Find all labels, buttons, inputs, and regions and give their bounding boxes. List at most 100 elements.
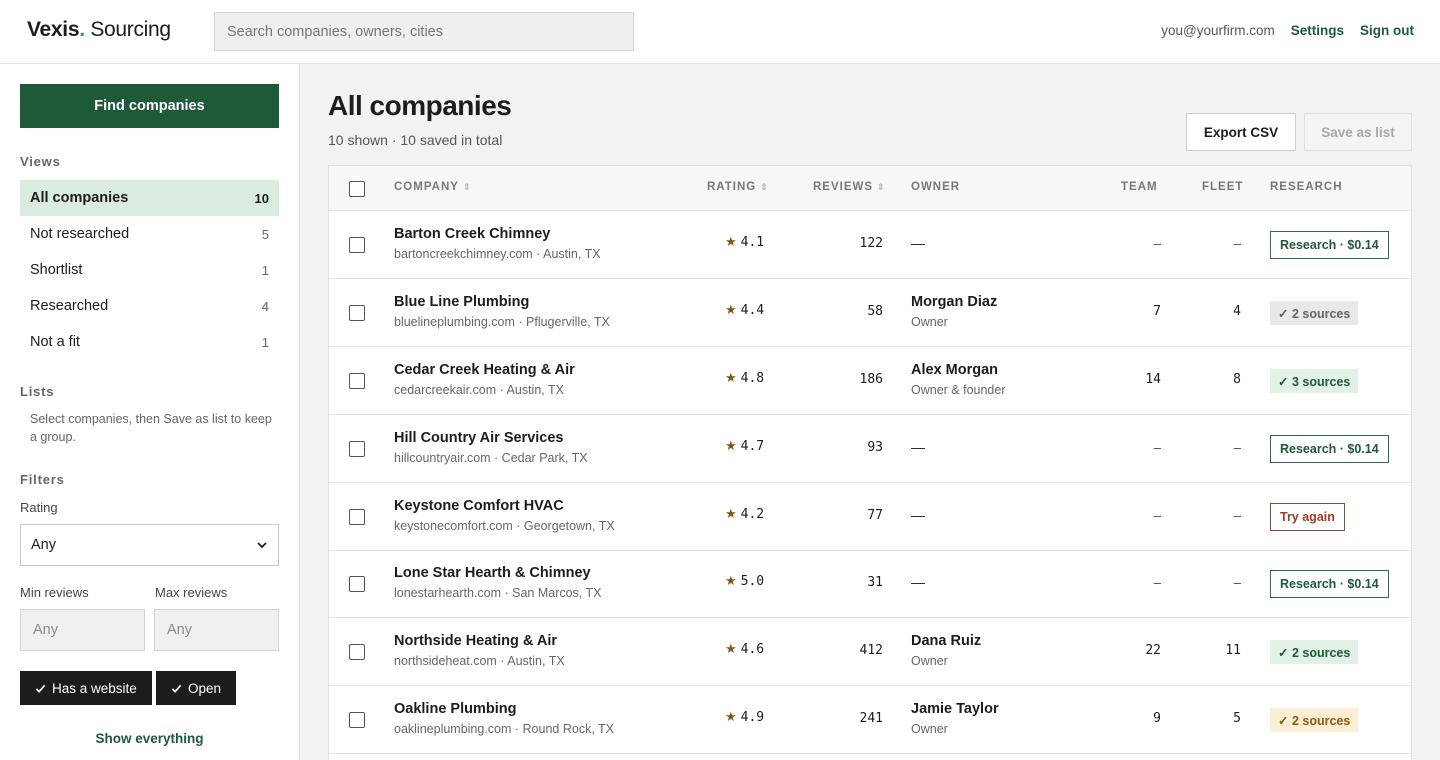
view-item-not-researched[interactable]: Not researched 5 (20, 216, 279, 252)
table-row[interactable]: Blue Line Plumbing bluelineplumbing.com … (329, 279, 1411, 347)
company-meta: keystonecomfort.com · Georgetown, TX (394, 519, 615, 533)
star-icon: ★ (725, 371, 737, 386)
view-item-researched[interactable]: Researched 4 (20, 288, 279, 324)
try-again-button[interactable]: Try again (1270, 503, 1345, 531)
column-header-reviews[interactable]: REVIEWS ⇕ (813, 181, 886, 193)
fleet-cell: 5 (1233, 711, 1241, 726)
column-header-owner: OWNER (911, 181, 961, 193)
row-checkbox[interactable] (349, 712, 365, 728)
find-companies-button[interactable]: Find companies (20, 84, 279, 128)
star-icon: ★ (725, 642, 737, 657)
row-checkbox[interactable] (349, 644, 365, 660)
rating-cell: ★ 4.8 (725, 371, 765, 386)
show-everything-link[interactable]: Show everything (20, 731, 279, 746)
max-reviews-label: Max reviews (155, 585, 228, 600)
rating-cell: ★ 4.4 (725, 303, 765, 318)
company-name[interactable]: Oakline Plumbing (394, 701, 516, 717)
rating-select-value: Any (31, 537, 56, 553)
owner-empty: — (911, 235, 925, 251)
row-checkbox[interactable] (349, 509, 365, 525)
view-label: Not a fit (30, 334, 80, 350)
table-row[interactable]: Oakline Plumbing oaklineplumbing.com · R… (329, 686, 1411, 754)
company-name[interactable]: Keystone Comfort HVAC (394, 498, 564, 514)
row-checkbox[interactable] (349, 237, 365, 253)
company-name[interactable]: Lone Star Hearth & Chimney (394, 565, 591, 581)
export-csv-button[interactable]: Export CSV (1186, 113, 1296, 151)
row-checkbox[interactable] (349, 441, 365, 457)
lists-note: Select companies, then Save as list to k… (30, 412, 272, 444)
rating-cell: ★ 4.9 (725, 710, 765, 725)
user-email: you@yourfirm.com (1161, 23, 1275, 38)
star-icon: ★ (725, 303, 737, 318)
view-label: All companies (30, 190, 129, 206)
filter-chip-open[interactable]: Open (156, 671, 237, 705)
select-all-checkbox[interactable] (349, 181, 365, 197)
search-input[interactable] (214, 12, 634, 51)
company-name[interactable]: Blue Line Plumbing (394, 294, 529, 310)
research-status-badge[interactable]: ✓ 3 sources (1270, 369, 1359, 393)
min-reviews-input[interactable] (20, 609, 145, 651)
company-name[interactable]: Barton Creek Chimney (394, 226, 550, 242)
view-count: 10 (254, 190, 269, 206)
view-label: Not researched (30, 226, 130, 242)
team-cell: – (1153, 508, 1161, 523)
account-nav: you@yourfirm.com Settings Sign out (1161, 23, 1414, 38)
top-bar: Vexis. Sourcing you@yourfirm.com Setting… (0, 0, 1440, 64)
sign-out-link[interactable]: Sign out (1360, 23, 1414, 38)
page-title: All companies (328, 90, 512, 121)
rating-select[interactable]: Any (20, 524, 279, 566)
table-row[interactable]: Keystone Comfort HVAC keystonecomfort.co… (329, 483, 1411, 551)
research-button[interactable]: Research · $0.14 (1270, 231, 1389, 259)
save-as-list-button[interactable]: Save as list (1304, 113, 1412, 151)
rating-cell: ★ 4.2 (725, 507, 765, 522)
brand-logo[interactable]: Vexis. Sourcing (27, 18, 171, 42)
view-label: Shortlist (30, 262, 83, 278)
company-meta: bluelineplumbing.com · Pflugerville, TX (394, 315, 610, 329)
research-button[interactable]: Research · $0.14 (1270, 570, 1389, 598)
owner-role: Owner & founder (911, 383, 1006, 397)
page-subtitle: 10 shown · 10 saved in total (328, 132, 503, 148)
company-name[interactable]: Hill Country Air Services (394, 430, 564, 446)
table-header: COMPANY ⇕ RATING ⇕ REVIEWS ⇕ OWNER TEAM FLE… (329, 166, 1411, 211)
sort-icon: ⇕ (462, 182, 472, 192)
owner-empty: — (911, 439, 925, 455)
filter-chip-has-website[interactable]: Has a website (20, 671, 152, 705)
research-status-badge[interactable]: ✓ 2 sources (1270, 640, 1359, 664)
view-item-shortlist[interactable]: Shortlist 1 (20, 252, 279, 288)
star-icon: ★ (725, 507, 737, 522)
column-header-company[interactable]: COMPANY ⇕ (394, 181, 471, 193)
company-meta: oaklineplumbing.com · Round Rock, TX (394, 722, 615, 736)
owner-name: Dana Ruiz (911, 633, 982, 649)
settings-link[interactable]: Settings (1291, 23, 1344, 38)
fleet-cell: 8 (1233, 372, 1241, 387)
team-cell: – (1153, 236, 1161, 251)
check-icon (171, 684, 182, 693)
max-reviews-input[interactable] (154, 609, 279, 651)
filters-title: Filters (20, 472, 65, 487)
row-checkbox[interactable] (349, 373, 365, 389)
table-row[interactable]: Northside Heating & Air northsideheat.co… (329, 618, 1411, 686)
owner-role: Owner (911, 315, 948, 329)
company-name[interactable]: Northside Heating & Air (394, 633, 557, 649)
companies-table: COMPANY ⇕ RATING ⇕ REVIEWS ⇕ OWNER TEAM FLE… (328, 165, 1412, 760)
min-reviews-label: Min reviews (20, 585, 89, 600)
view-item-not-a-fit[interactable]: Not a fit 1 (20, 324, 279, 360)
sort-icon: ⇕ (877, 182, 886, 192)
view-item-all-companies[interactable]: All companies 10 (20, 180, 279, 216)
fleet-cell: – (1233, 575, 1241, 590)
row-checkbox[interactable] (349, 576, 365, 592)
company-name[interactable]: Cedar Creek Heating & Air (394, 362, 575, 378)
research-status-badge[interactable]: ✓ 2 sources (1270, 301, 1359, 325)
research-button[interactable]: Research · $0.14 (1270, 435, 1389, 463)
star-icon: ★ (725, 235, 737, 250)
reviews-cell: 412 (859, 643, 883, 658)
table-row[interactable]: Lone Star Hearth & Chimney lonestarheart… (329, 550, 1411, 618)
row-checkbox[interactable] (349, 305, 365, 321)
company-meta: hillcountryair.com · Cedar Park, TX (394, 451, 588, 465)
table-row[interactable]: Cedar Creek Heating & Air cedarcreekair.… (329, 347, 1411, 415)
research-status-badge[interactable]: ✓ 2 sources (1270, 708, 1359, 732)
star-icon: ★ (725, 439, 737, 454)
table-row[interactable]: Barton Creek Chimney bartoncreekchimney.… (329, 211, 1411, 279)
table-row[interactable]: Hill Country Air Services hillcountryair… (329, 415, 1411, 483)
column-header-rating[interactable]: RATING ⇕ (707, 181, 769, 193)
